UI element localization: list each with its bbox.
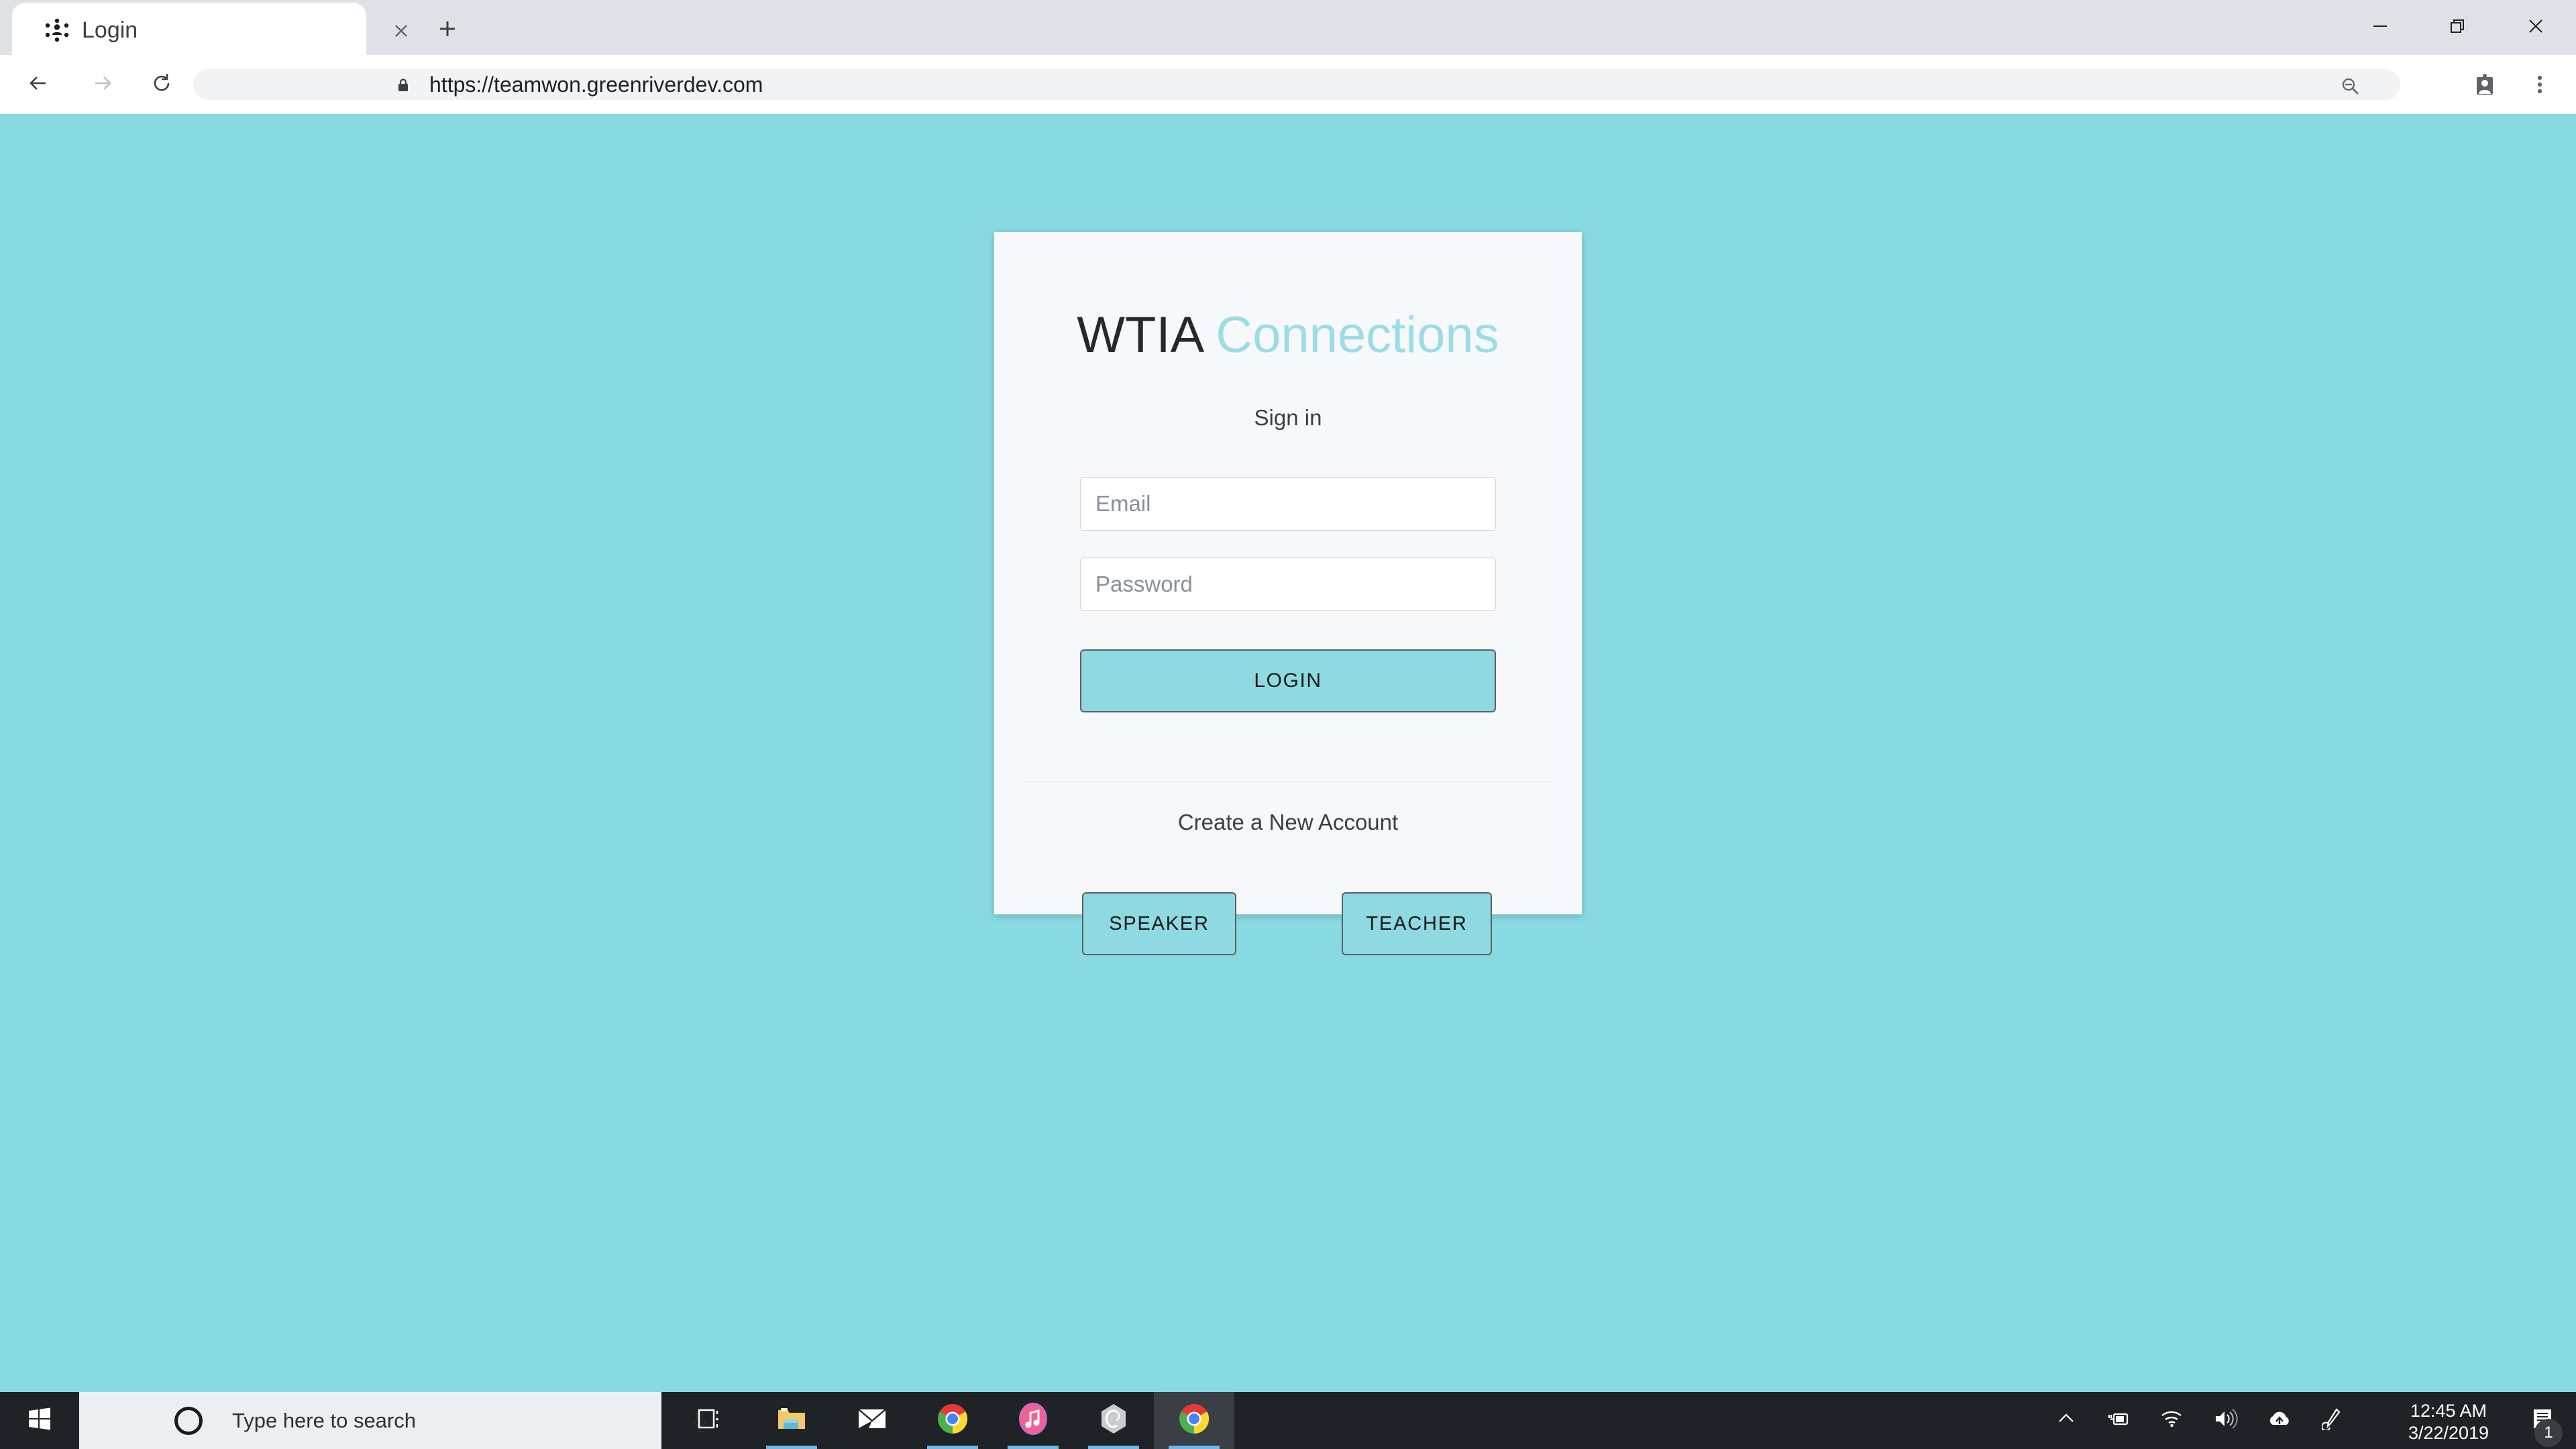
- running-indicator: [1008, 1446, 1059, 1449]
- pen-workspace-button[interactable]: [2312, 1392, 2355, 1449]
- chevron-up-icon: [2056, 1409, 2076, 1432]
- clock-date: 3/22/2019: [2408, 1423, 2489, 1443]
- running-indicator: [927, 1446, 978, 1449]
- section-divider: [1021, 781, 1555, 782]
- page-title: WTIA Connections: [994, 306, 1582, 365]
- forward-button[interactable]: [87, 68, 119, 101]
- itunes-button[interactable]: [993, 1392, 1073, 1449]
- profile-button[interactable]: [2470, 71, 2500, 101]
- new-tab-button[interactable]: [429, 12, 466, 48]
- close-window-icon: [2526, 16, 2546, 40]
- wifi-icon: [2160, 1409, 2184, 1432]
- email-placeholder: Email: [1095, 491, 1151, 516]
- task-view-icon: [696, 1405, 726, 1436]
- brand-primary: WTIA: [1077, 307, 1202, 364]
- browser-window: Login https://teamwon.greenriverdev.com …: [0, 0, 2576, 1392]
- search-placeholder: Type here to search: [232, 1409, 416, 1432]
- chrome-active-button[interactable]: [1154, 1392, 1234, 1449]
- window-maximize-button[interactable]: [2419, 0, 2497, 55]
- file-explorer-button[interactable]: [751, 1392, 832, 1449]
- mail-icon: [857, 1406, 888, 1435]
- wifi-button[interactable]: [2151, 1392, 2194, 1449]
- reload-icon: [150, 72, 173, 98]
- chrome-active-icon: [1178, 1403, 1210, 1438]
- back-arrow-icon: [27, 72, 50, 98]
- tab-title: Login: [82, 17, 138, 43]
- login-button[interactable]: LOGIN: [1080, 649, 1496, 712]
- lock-icon: [396, 78, 411, 93]
- plus-icon: [437, 18, 458, 43]
- close-icon[interactable]: [388, 17, 415, 44]
- three-dot-menu-icon: [2528, 73, 2551, 99]
- reload-button[interactable]: [146, 68, 178, 101]
- pen-workspace-icon: [2321, 1407, 2345, 1434]
- forward-arrow-icon: [91, 72, 114, 98]
- chrome-button[interactable]: [912, 1392, 993, 1449]
- file-explorer-icon: [775, 1405, 808, 1436]
- battery-button[interactable]: [2097, 1392, 2140, 1449]
- taskbar-clock[interactable]: 12:45 AM 3/22/2019: [2392, 1400, 2506, 1444]
- tray-expand-button[interactable]: [2045, 1392, 2088, 1449]
- restore-window-icon: [2448, 16, 2468, 40]
- browser-menu-button[interactable]: [2525, 71, 2555, 101]
- minimize-icon: [2370, 16, 2390, 40]
- login-card: WTIA Connections Sign in Email Password …: [994, 232, 1582, 955]
- address-bar[interactable]: https://teamwon.greenriverdev.com: [193, 69, 2400, 100]
- profile-badge-icon: [2472, 72, 2498, 101]
- windows-taskbar: Type here to search 12:45 AM 3/22/2019 1: [0, 1392, 2576, 1449]
- clock-time: 12:45 AM: [2410, 1401, 2487, 1421]
- onedrive-upload-icon: [2267, 1409, 2292, 1432]
- browser-toolbar: https://teamwon.greenriverdev.com: [0, 55, 2576, 114]
- hexagon-app-icon: [1098, 1403, 1129, 1438]
- windows-start-icon: [26, 1405, 53, 1436]
- connections-network-icon: [44, 17, 70, 43]
- notification-badge: 1: [2534, 1419, 2563, 1447]
- brand-secondary: Connections: [1216, 307, 1499, 364]
- window-minimize-button[interactable]: [2341, 0, 2419, 55]
- volume-icon: [2213, 1408, 2239, 1433]
- search-input[interactable]: Type here to search: [79, 1392, 706, 1449]
- teacher-signup-button[interactable]: TEACHER: [1342, 892, 1492, 955]
- running-indicator: [766, 1446, 817, 1449]
- cortana-circle-icon: [174, 1407, 203, 1435]
- create-account-label: Create a New Account: [1177, 810, 1399, 835]
- page-content: WTIA Connections Sign in Email Password …: [0, 114, 2576, 1392]
- email-field[interactable]: Email: [1080, 477, 1496, 531]
- action-center-button[interactable]: 1: [2517, 1392, 2569, 1449]
- chrome-icon: [936, 1403, 969, 1438]
- itunes-icon: [1018, 1403, 1048, 1438]
- mail-button[interactable]: [832, 1392, 912, 1449]
- password-field[interactable]: Password: [1080, 557, 1496, 611]
- password-placeholder: Password: [1095, 572, 1193, 596]
- tab-strip: Login: [0, 0, 2576, 55]
- tab-login[interactable]: Login: [12, 3, 407, 55]
- running-indicator: [1088, 1446, 1139, 1449]
- hexagon-app-button[interactable]: [1073, 1392, 1154, 1449]
- battery-plug-icon: [2106, 1409, 2131, 1432]
- window-close-button[interactable]: [2497, 0, 2575, 55]
- volume-button[interactable]: [2204, 1392, 2247, 1449]
- running-indicator: [1169, 1446, 1220, 1449]
- start-button[interactable]: [0, 1392, 79, 1449]
- zoom-out-icon[interactable]: [2340, 76, 2360, 96]
- onedrive-button[interactable]: [2258, 1392, 2301, 1449]
- speaker-signup-button[interactable]: SPEAKER: [1082, 892, 1236, 955]
- signin-heading: Sign in: [1254, 405, 1322, 430]
- url-text: https://teamwon.greenriverdev.com: [429, 72, 763, 97]
- back-button[interactable]: [22, 68, 54, 101]
- task-view-button[interactable]: [671, 1392, 751, 1449]
